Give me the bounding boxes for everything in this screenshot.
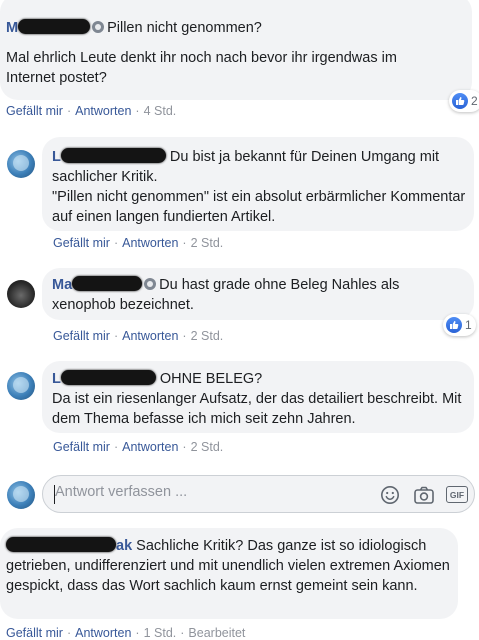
comment-author[interactable]: ak	[6, 537, 132, 554]
like-link[interactable]: Gefällt mir	[53, 329, 110, 343]
top-fan-badge-icon	[144, 278, 157, 290]
gif-icon[interactable]: GIF	[446, 486, 468, 503]
comment-text: L OHNE BELEG? Da ist ein riesenlanger Au…	[52, 370, 462, 427]
comment-bubble: Ma Du hast grade ohne Beleg Nahles als xe…	[42, 268, 474, 320]
reply-link[interactable]: Antworten	[122, 440, 178, 454]
comment-text: M Pillen nicht genommen? Mal ehrlich Leut…	[6, 19, 397, 86]
reply-link[interactable]: Antworten	[122, 236, 178, 250]
comment-bubble: ak Sachliche Kritik? Das ganze ist so id…	[0, 528, 458, 619]
like-reaction-icon	[452, 93, 468, 109]
comment-author[interactable]: L	[52, 148, 166, 165]
comment-actions: Gefällt mir · Antworten · 2 Std.	[53, 440, 224, 454]
like-link[interactable]: Gefällt mir	[6, 626, 63, 640]
reply-input[interactable]	[55, 484, 355, 500]
reply-link[interactable]: Antworten	[75, 104, 131, 118]
reply-link[interactable]: Antworten	[75, 626, 131, 640]
top-fan-badge-icon	[92, 21, 105, 33]
comment-author[interactable]: M	[6, 19, 91, 36]
comment-time[interactable]: 1 Std.	[144, 626, 177, 640]
name-redaction	[72, 276, 143, 291]
like-link[interactable]: Gefällt mir	[53, 236, 110, 250]
comment-text: Ma Du hast grade ohne Beleg Nahles als xe…	[52, 276, 400, 313]
comment-text: L Du bist ja bekannt für Deinen Umgang m…	[52, 148, 466, 225]
comment-author[interactable]: Ma	[52, 276, 143, 293]
avatar[interactable]	[7, 280, 35, 308]
comment-text: ak Sachliche Kritik? Das ganze ist so id…	[6, 537, 450, 594]
gif-label: GIF	[449, 489, 465, 500]
name-redaction	[18, 19, 91, 34]
comment-actions: Gefällt mir · Antworten · 2 Std.	[53, 236, 224, 250]
comment-time[interactable]: 2 Std.	[191, 329, 224, 343]
like-link[interactable]: Gefällt mir	[53, 440, 110, 454]
name-redaction	[60, 148, 166, 163]
like-reaction-icon	[446, 317, 462, 333]
comment-time[interactable]: 2 Std.	[191, 236, 224, 250]
avatar[interactable]	[7, 372, 35, 400]
camera-icon[interactable]	[413, 485, 435, 505]
comment-author[interactable]: L	[52, 370, 156, 387]
like-link[interactable]: Gefällt mir	[6, 104, 63, 118]
comment-bubble: L Du bist ja bekannt für Deinen Umgang m…	[42, 137, 474, 231]
comment-time[interactable]: 2 Std.	[191, 440, 224, 454]
comment-actions: Gefällt mir · Antworten · 4 Std.	[6, 104, 177, 118]
current-user-avatar	[7, 481, 35, 509]
comment-time[interactable]: 4 Std.	[144, 104, 177, 118]
comment-bubble: L OHNE BELEG? Da ist ein riesenlanger Au…	[42, 361, 474, 433]
comment-bubble: M Pillen nicht genommen? Mal ehrlich Leut…	[0, 0, 472, 100]
reaction-count[interactable]: 2	[449, 90, 479, 112]
comment-actions: Gefällt mir · Antworten · 2 Std.	[53, 329, 224, 343]
reply-link[interactable]: Antworten	[122, 329, 178, 343]
avatar[interactable]	[7, 150, 35, 178]
edited-label[interactable]: Bearbeitet	[188, 626, 245, 640]
name-redaction	[60, 370, 156, 385]
emoji-icon[interactable]	[380, 485, 400, 505]
reply-composer[interactable]: GIF	[42, 475, 475, 513]
comment-actions: Gefällt mir · Antworten · 1 Std. · Bearbeitet	[6, 626, 246, 640]
name-redaction	[6, 537, 116, 552]
reaction-count[interactable]: 1	[443, 314, 476, 336]
